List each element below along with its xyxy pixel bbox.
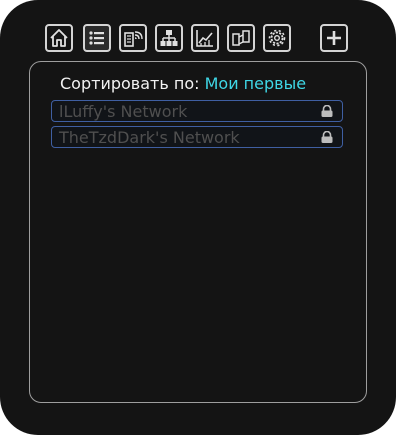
network-list-panel: Сортировать по: Мои первые lLuffy's Netw…: [29, 61, 367, 403]
network-tree-icon: [160, 30, 178, 46]
network-row[interactable]: TheTzdDark's Network: [51, 126, 343, 148]
chart-icon: [196, 30, 213, 47]
transfer-icon: [232, 30, 250, 46]
network-row[interactable]: lLuffy's Network: [51, 100, 343, 122]
home-icon: [50, 29, 68, 47]
sort-value[interactable]: Мои первые: [205, 74, 306, 93]
server-button[interactable]: [119, 24, 147, 52]
sort-control[interactable]: Сортировать по: Мои первые: [60, 74, 306, 93]
network-name: lLuffy's Network: [59, 102, 188, 121]
network-name: TheTzdDark's Network: [59, 128, 240, 147]
add-network-button[interactable]: [320, 24, 348, 52]
network-button[interactable]: [155, 24, 183, 52]
gear-icon: [268, 29, 286, 47]
list-icon: [89, 31, 104, 45]
lock-icon: [321, 131, 333, 143]
sort-label: Сортировать по:: [60, 74, 200, 93]
list-button[interactable]: [83, 24, 111, 52]
plus-icon: [327, 31, 341, 45]
transfer-button[interactable]: [227, 24, 255, 52]
app-window: Сортировать по: Мои первые lLuffy's Netw…: [0, 0, 396, 435]
lock-icon: [321, 105, 333, 117]
stats-button[interactable]: [191, 24, 219, 52]
home-button[interactable]: [45, 24, 73, 52]
settings-button[interactable]: [263, 24, 291, 52]
server-wifi-icon: [124, 31, 143, 47]
